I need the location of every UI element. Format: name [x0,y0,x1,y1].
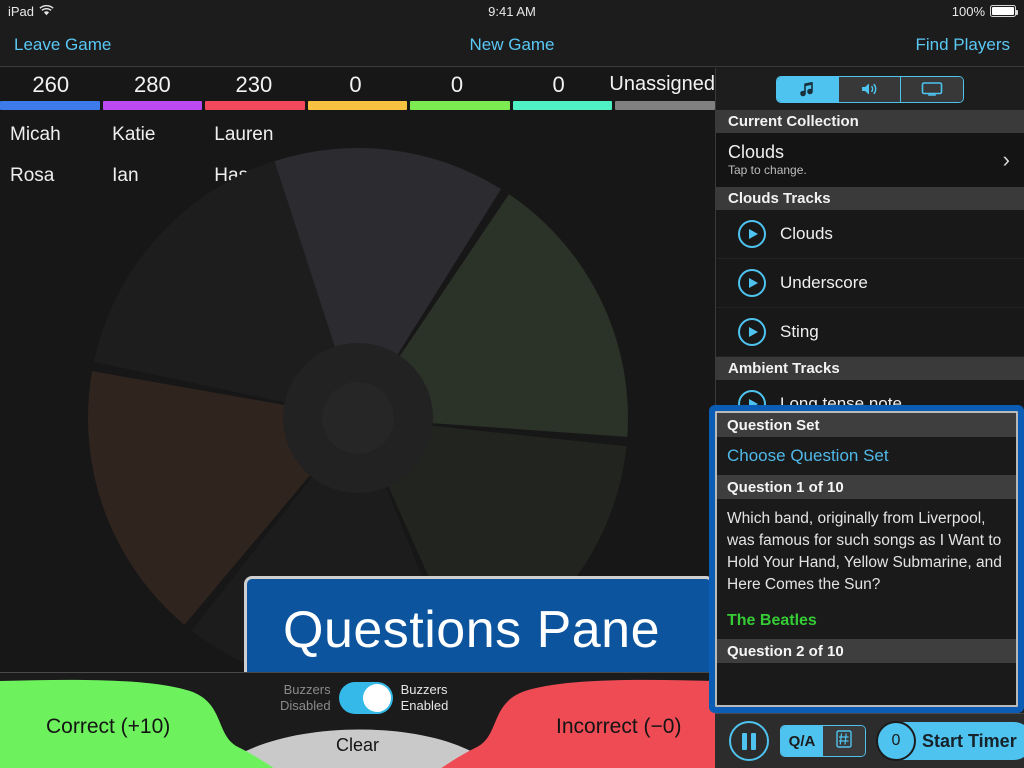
track-row[interactable]: Sting [716,308,1024,357]
collection-subtitle: Tap to change. [728,163,807,177]
status-bar-time: 9:41 AM [488,3,536,19]
track-name: Clouds [780,224,833,243]
team-score: 0 [349,71,362,97]
unassigned-label: Unassigned [609,73,715,95]
score-row: 260 280 230 0 0 0 Unassigned [0,68,715,101]
pause-button[interactable] [729,721,769,761]
track-name: Sting [780,322,819,341]
choose-question-set-button[interactable]: Choose Question Set [717,437,1016,475]
current-collection-row[interactable]: Clouds Tap to change. › [716,133,1024,187]
start-timer-label: Start Timer [922,730,1017,751]
speaker-icon [860,81,880,97]
team-score: 0 [552,71,565,97]
play-icon[interactable] [738,269,766,297]
qa-mode-button[interactable]: Q/A [781,726,823,756]
tab-display[interactable] [901,76,963,102]
track-row[interactable]: Underscore [716,259,1024,308]
status-bar: iPad 9:41 AM 100% [0,0,1024,22]
buzzers-toggle-group: Buzzers Disabled Buzzers Enabled [280,677,448,719]
questions-pane-callout: Questions Pane [244,576,714,672]
playback-toolbar: Q/A 0 Start Timer [715,713,1024,768]
pause-icon [751,732,756,750]
question-answer[interactable]: The Beatles [717,598,1016,639]
ambient-tracks-header: Ambient Tracks [716,357,1024,380]
media-segmented-control [776,75,964,103]
timer-count: 0 [876,721,916,761]
start-timer-button[interactable]: 0 Start Timer [876,721,1024,761]
track-row[interactable]: Clouds [716,210,1024,259]
page-title: New Game [469,34,555,54]
status-bar-right: 100% [951,3,1018,19]
buzzers-disabled-caption: Buzzers Disabled [280,682,331,713]
media-tabs-wrap [716,68,1024,110]
display-icon [921,81,943,97]
track-name: Underscore [780,273,868,292]
team-score: 260 [32,71,70,97]
team-score: 0 [450,71,464,97]
current-collection-header: Current Collection [716,110,1024,133]
battery-percent-label: 100% [951,3,985,19]
toggle-knob [362,684,391,712]
question-number-header: Question 1 of 10 [717,475,1016,499]
tab-music[interactable] [777,76,839,102]
questions-pane-content: Question Set Choose Question Set Questio… [715,411,1018,707]
numpad-mode-button[interactable] [823,726,865,756]
tab-sound-effects[interactable] [839,76,901,102]
collection-name: Clouds [728,142,785,162]
play-icon[interactable] [738,220,766,248]
game-board-area: 260 280 230 0 0 0 Unassigned Micah Katie… [0,68,715,672]
questions-pane-popup: Question Set Choose Question Set Questio… [709,405,1024,713]
numpad-icon [836,730,852,752]
play-icon[interactable] [738,318,766,346]
chevron-right-icon: › [1002,147,1010,172]
collection-tracks-header: Clouds Tracks [716,187,1024,210]
buzzers-toggle-switch[interactable] [338,682,393,714]
next-question-header[interactable]: Question 2 of 10 [717,639,1016,663]
question-text[interactable]: Which band, originally from Liverpool, w… [717,499,1016,598]
scoring-bar: Correct (+10) Incorrect (−0) Clear Buzze… [0,672,715,768]
team-score: 280 [133,71,171,97]
music-note-icon [799,81,816,98]
buzzers-enabled-caption: Buzzers Enabled [400,682,449,713]
question-set-header: Question Set [717,413,1016,437]
battery-icon [990,5,1018,17]
leave-game-button[interactable]: Leave Game [14,22,111,67]
questions-pane-callout-label: Questions Pane [283,601,661,659]
navigation-bar: Leave Game New Game Find Players [0,22,1024,67]
team-score: 230 [235,71,273,97]
qa-segmented-control: Q/A [780,725,866,757]
app-root: iPad 9:41 AM 100% Leave Game New Game Fi… [0,0,1024,768]
pause-icon [742,732,747,750]
find-players-button[interactable]: Find Players [916,22,1010,67]
